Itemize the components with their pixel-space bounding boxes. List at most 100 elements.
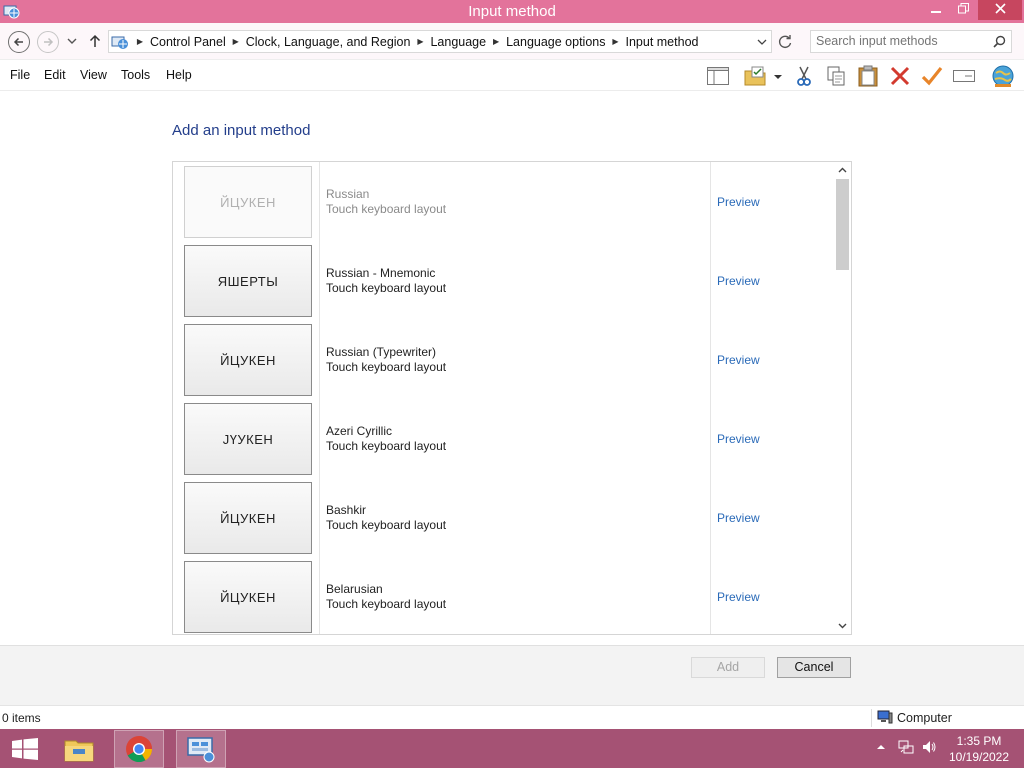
preview-link[interactable]: Preview — [717, 432, 760, 446]
navigation-bar: ▶ Control Panel ▶ Clock, Language, and R… — [0, 23, 1024, 60]
list-item-text: Russian Touch keyboard layout — [326, 187, 446, 217]
menu-file[interactable]: File — [10, 68, 30, 82]
search-box[interactable] — [810, 30, 1012, 53]
breadcrumb-language-options[interactable]: Language options — [503, 35, 608, 49]
breadcrumb-clock-language-region[interactable]: Clock, Language, and Region — [243, 35, 414, 49]
menu-help[interactable]: Help — [166, 68, 192, 82]
list-item-text: Russian (Typewriter) Touch keyboard layo… — [326, 345, 446, 375]
vertical-scrollbar[interactable] — [834, 162, 851, 634]
window-title: Input method — [468, 3, 556, 20]
minimize-icon — [931, 11, 941, 13]
windows-start-icon[interactable] — [12, 738, 38, 760]
search-icon[interactable] — [993, 35, 1006, 48]
recent-locations-chevron-icon[interactable] — [66, 35, 78, 47]
cancel-button[interactable]: Cancel — [777, 657, 851, 678]
close-icon — [994, 3, 1006, 14]
list-item-type: Touch keyboard layout — [326, 597, 447, 611]
list-item-type: Touch keyboard layout — [326, 281, 447, 295]
list-item[interactable]: ЯШЕРТЫ Russian - Mnemonic Touch keyboard… — [173, 241, 833, 320]
up-arrow-icon[interactable] — [87, 33, 103, 49]
breadcrumb-input-method[interactable]: Input method — [623, 35, 702, 49]
checkmark-icon[interactable] — [920, 65, 944, 87]
menu-edit[interactable]: Edit — [44, 68, 66, 82]
preview-link[interactable]: Preview — [717, 511, 760, 525]
preview-link[interactable]: Preview — [717, 353, 760, 367]
minimize-button[interactable] — [923, 0, 949, 20]
scrollbar-thumb[interactable] — [836, 179, 849, 270]
preview-link[interactable]: Preview — [717, 274, 760, 288]
back-button[interactable] — [8, 31, 30, 53]
list-item[interactable]: JҮУКЕН Azeri Cyrillic Touch keyboard lay… — [173, 399, 833, 478]
list-item-type: Touch keyboard layout — [326, 202, 447, 216]
globe-icon[interactable] — [990, 65, 1016, 87]
preview-link[interactable]: Preview — [717, 590, 760, 604]
dialog-button-bar: Add Cancel — [0, 645, 1024, 705]
list-item[interactable]: ЙЦУКЕН Russian Touch keyboard layout Pre… — [173, 162, 833, 241]
menu-tools[interactable]: Tools — [121, 68, 150, 82]
page-title: Add an input method — [172, 122, 311, 139]
breadcrumb: ▶ Control Panel ▶ Clock, Language, and R… — [133, 31, 701, 52]
search-input[interactable] — [816, 34, 986, 48]
cut-icon[interactable] — [792, 65, 816, 87]
keyboard-layout-thumbnail[interactable]: JҮУКЕН — [184, 403, 312, 475]
address-bar[interactable]: ▶ Control Panel ▶ Clock, Language, and R… — [108, 30, 772, 53]
list-item[interactable]: ЙЦУКЕН Belarusian Touch keyboard layout … — [173, 557, 833, 634]
status-divider — [871, 709, 872, 727]
list-item[interactable]: ЙЦУКЕН Russian (Typewriter) Touch keyboa… — [173, 320, 833, 399]
preview-link[interactable]: Preview — [717, 195, 760, 209]
volume-icon[interactable] — [921, 739, 937, 755]
restore-button[interactable] — [950, 0, 976, 20]
item-count: 0 items — [2, 711, 41, 725]
rename-icon[interactable] — [952, 65, 976, 87]
system-clock[interactable]: 1:35 PM 10/19/2022 — [944, 733, 1014, 765]
keyboard-layout-thumbnail[interactable]: ЙЦУКЕН — [184, 482, 312, 554]
scroll-up-icon[interactable] — [837, 165, 848, 176]
keyboard-layout-thumbnail[interactable]: ЙЦУКЕН — [184, 561, 312, 633]
paste-icon[interactable] — [856, 65, 880, 87]
breadcrumb-separator-icon[interactable]: ▶ — [229, 37, 243, 46]
scroll-down-icon[interactable] — [837, 620, 848, 631]
taskbar-file-explorer[interactable] — [54, 730, 104, 768]
list-item-name: Russian - Mnemonic — [326, 266, 436, 280]
restore-icon — [957, 3, 969, 14]
list-item-name: Belarusian — [326, 582, 383, 596]
properties-folder-icon[interactable] — [744, 65, 768, 87]
title-bar: Input method — [0, 0, 1024, 23]
breadcrumb-separator-icon[interactable]: ▶ — [413, 37, 427, 46]
status-bar: 0 items Computer — [0, 705, 1024, 729]
add-button[interactable]: Add — [691, 657, 765, 678]
breadcrumb-separator-icon[interactable]: ▶ — [489, 37, 503, 46]
computer-icon — [877, 710, 893, 724]
network-icon[interactable] — [898, 739, 914, 755]
input-method-list[interactable]: ЙЦУКЕН Russian Touch keyboard layout Pre… — [172, 161, 852, 635]
breadcrumb-control-panel[interactable]: Control Panel — [147, 35, 229, 49]
address-history-chevron-icon[interactable] — [757, 37, 767, 47]
forward-button[interactable] — [37, 31, 59, 53]
show-hidden-icons-icon[interactable] — [876, 739, 886, 755]
file-explorer-icon — [64, 740, 94, 762]
layout-pane-icon[interactable] — [706, 65, 730, 87]
keyboard-layout-thumbnail[interactable]: ЯШЕРТЫ — [184, 245, 312, 317]
breadcrumb-separator-icon[interactable]: ▶ — [133, 37, 147, 46]
dropdown-icon[interactable] — [771, 65, 785, 87]
delete-icon[interactable] — [888, 65, 912, 87]
menu-bar: File Edit View Tools Help — [0, 60, 1024, 91]
menu-view[interactable]: View — [80, 68, 107, 82]
taskbar-control-panel[interactable] — [176, 730, 226, 768]
copy-icon[interactable] — [824, 65, 848, 87]
list-item-name: Bashkir — [326, 503, 367, 517]
clock-date: 10/19/2022 — [948, 750, 1010, 764]
list-item-text: Belarusian Touch keyboard layout — [326, 582, 446, 612]
breadcrumb-language[interactable]: Language — [427, 35, 489, 49]
list-item-text: Bashkir Touch keyboard layout — [326, 503, 446, 533]
breadcrumb-separator-icon[interactable]: ▶ — [609, 37, 623, 46]
list-item[interactable]: ЙЦУКЕН Bashkir Touch keyboard layout Pre… — [173, 478, 833, 557]
keyboard-layout-thumbnail[interactable]: ЙЦУКЕН — [184, 166, 312, 238]
taskbar-chrome[interactable] — [114, 730, 164, 768]
list-item-type: Touch keyboard layout — [326, 439, 447, 453]
forward-arrow-icon — [44, 37, 54, 47]
close-button[interactable] — [978, 0, 1022, 20]
keyboard-layout-thumbnail[interactable]: ЙЦУКЕН — [184, 324, 312, 396]
location-zone: Computer — [897, 711, 952, 725]
refresh-icon[interactable] — [776, 33, 794, 51]
